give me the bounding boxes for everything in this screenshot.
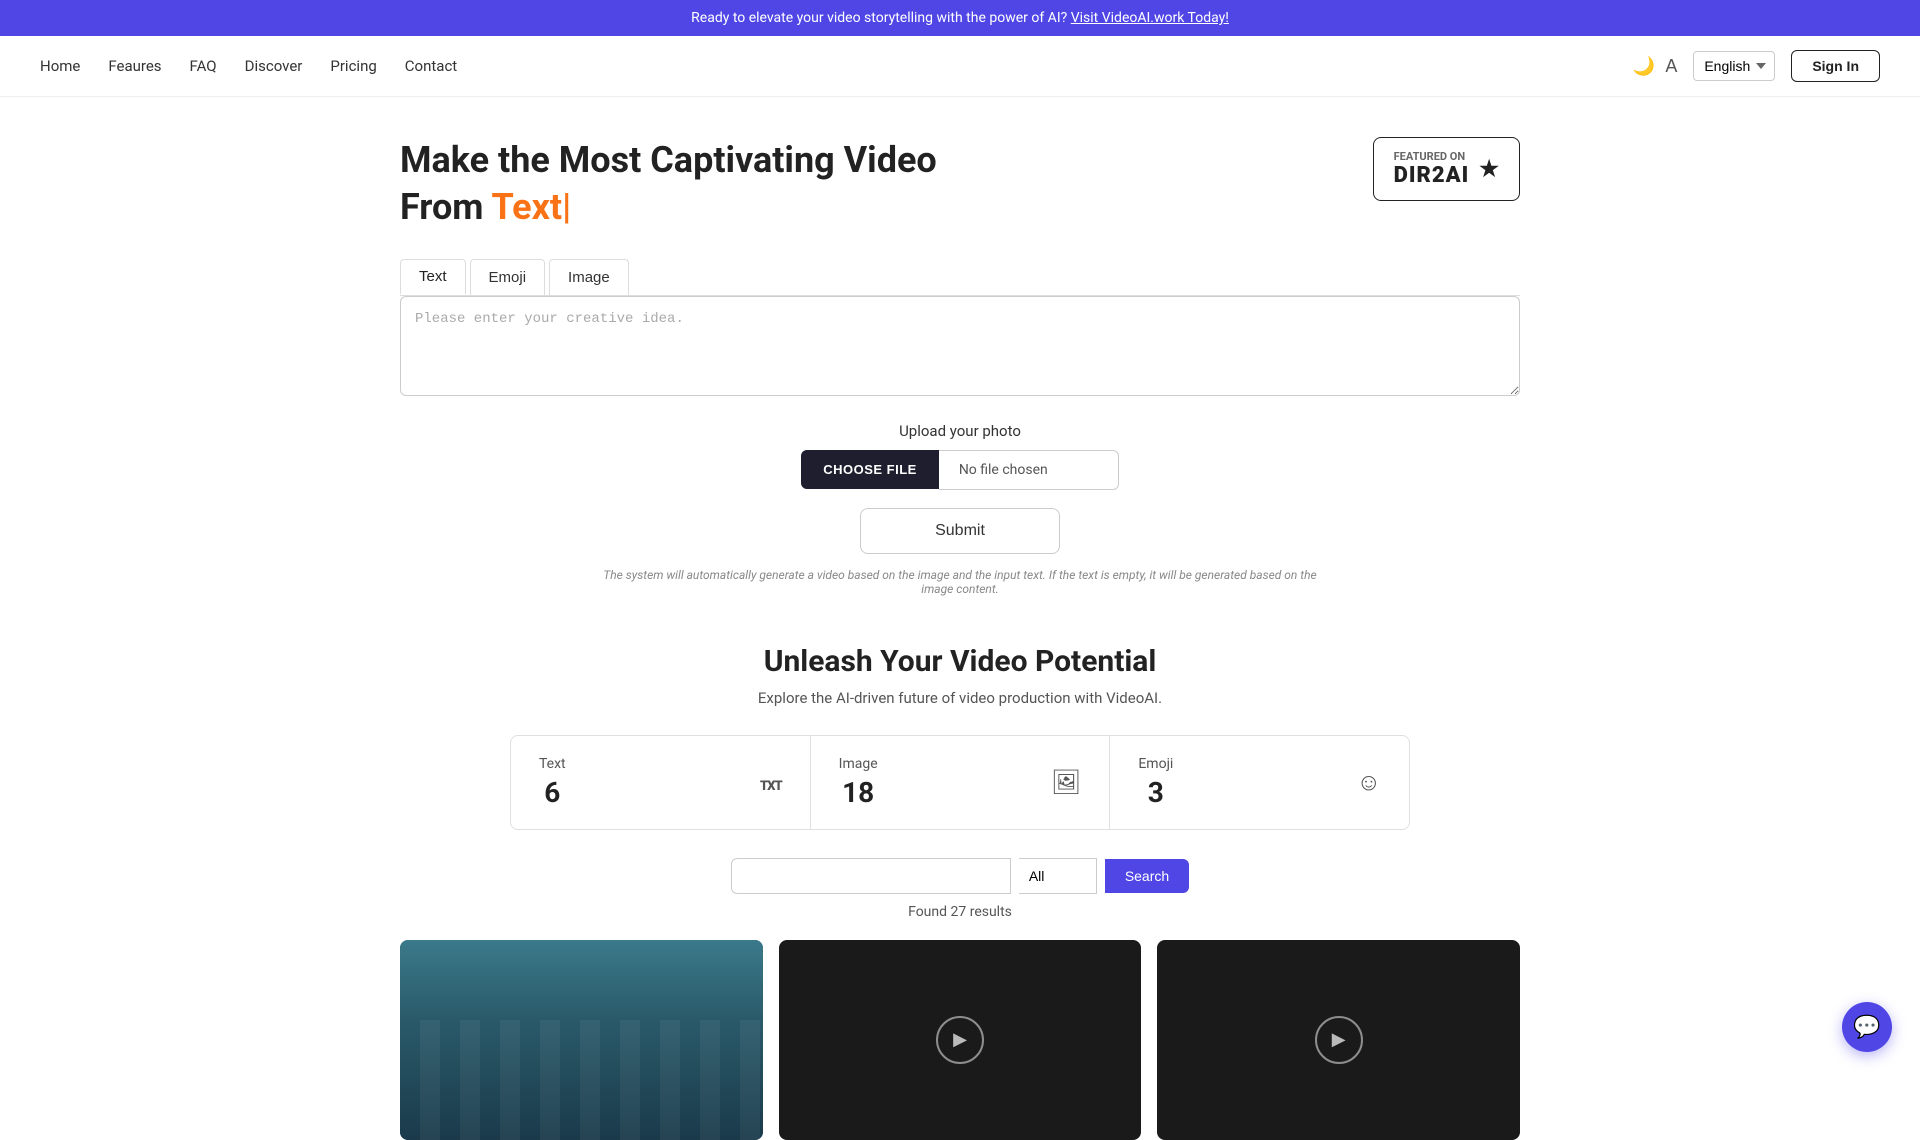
banner-text: Ready to elevate your video storytelling… <box>691 10 1067 26</box>
stat-card-image: Image 18 🖼 <box>811 735 1111 830</box>
nav-home[interactable]: Home <box>40 57 80 75</box>
video-thumb-3: ▶ <box>1157 940 1520 1140</box>
hero-title: Make the Most Captivating Video From Tex… <box>400 137 937 231</box>
tab-image[interactable]: Image <box>549 259 629 295</box>
badge-featured-label: FEATURED ON <box>1394 150 1470 163</box>
video-thumb-2: ▶ <box>779 940 1142 1140</box>
txt-icon: TXT <box>760 779 782 794</box>
video-thumb-1 <box>400 940 763 1140</box>
chat-button[interactable]: 💬 <box>1842 1002 1892 1052</box>
file-chosen-text: No file chosen <box>939 450 1119 490</box>
category-select[interactable]: All Text Image Emoji <box>1019 858 1097 894</box>
stat-image-icon: 🖼 <box>1051 768 1081 796</box>
nav-discover[interactable]: Discover <box>245 57 303 75</box>
navbar: Home Feaures FAQ Discover Pricing Contac… <box>0 36 1920 97</box>
stats-row: Text 6 TXT Image 18 🖼 Emoji 3 ☺ <box>510 735 1410 830</box>
nav-faq[interactable]: FAQ <box>190 57 217 75</box>
sign-in-button[interactable]: Sign In <box>1791 50 1880 82</box>
stat-image-info: Image 18 <box>839 756 878 809</box>
hero-title-colored: Text <box>491 186 562 228</box>
hero-title-block: Make the Most Captivating Video From Tex… <box>400 137 937 231</box>
nav-icons: 🌙 A <box>1633 56 1677 77</box>
stat-text-info: Text 6 <box>539 756 566 809</box>
nav-right: 🌙 A English Sign In <box>1633 50 1880 82</box>
nav-pricing[interactable]: Pricing <box>330 57 376 75</box>
tab-emoji[interactable]: Emoji <box>470 259 546 295</box>
top-banner: Ready to elevate your video storytelling… <box>0 0 1920 36</box>
auto-generate-note: The system will automatically generate a… <box>600 568 1320 596</box>
submit-button[interactable]: Submit <box>860 508 1060 554</box>
search-row: All Text Image Emoji Search <box>40 858 1880 894</box>
nav-features[interactable]: Feaures <box>108 57 161 75</box>
stat-text-label: Text <box>539 756 566 772</box>
badge-star-icon: ★ <box>1479 157 1499 182</box>
nav-contact[interactable]: Contact <box>405 57 457 75</box>
badge-name: DIR2AI <box>1394 163 1470 188</box>
unleash-section: Unleash Your Video Potential Explore the… <box>0 644 1920 920</box>
textarea-wrapper <box>400 296 1520 400</box>
file-input-row: CHOOSE FILE No file chosen <box>400 450 1520 490</box>
language-select[interactable]: English <box>1693 51 1775 81</box>
translate-icon[interactable]: A <box>1665 56 1677 77</box>
stat-card-text: Text 6 TXT <box>510 735 811 830</box>
search-input[interactable] <box>731 858 1011 894</box>
choose-file-button[interactable]: CHOOSE FILE <box>801 450 939 489</box>
dir2ai-badge: FEATURED ON DIR2AI ★ <box>1373 137 1520 201</box>
chat-icon: 💬 <box>1853 1014 1880 1040</box>
found-results: Found 27 results <box>40 904 1880 920</box>
tabs: Text Emoji Image <box>400 259 1520 296</box>
stat-emoji-label: Emoji <box>1138 756 1173 772</box>
video-card-3[interactable]: ▶ <box>1157 940 1520 1140</box>
stat-emoji-icon: ☺ <box>1357 768 1382 797</box>
play-circle-2: ▶ <box>1315 1016 1363 1064</box>
stat-text-icon: TXT <box>760 768 782 796</box>
stat-text-count: 6 <box>539 776 566 809</box>
hero-section: Make the Most Captivating Video From Tex… <box>360 137 1560 596</box>
stat-image-count: 18 <box>839 776 878 809</box>
dark-mode-toggle[interactable]: 🌙 <box>1633 56 1655 77</box>
upload-label: Upload your photo <box>400 422 1520 440</box>
nav-links: Home Feaures FAQ Discover Pricing Contac… <box>40 57 457 75</box>
banner-link[interactable]: Visit VideoAI.work Today! <box>1071 10 1229 26</box>
video-grid: ▶ ▶ <box>360 940 1560 1140</box>
stat-image-label: Image <box>839 756 878 772</box>
badge-text: FEATURED ON DIR2AI <box>1394 150 1470 188</box>
video-card-1[interactable] <box>400 940 763 1140</box>
unleash-title: Unleash Your Video Potential <box>40 644 1880 679</box>
hero-cursor: | <box>562 186 571 228</box>
hero-top: Make the Most Captivating Video From Tex… <box>400 137 1520 231</box>
play-circle-1: ▶ <box>936 1016 984 1064</box>
tabs-and-content: Text Emoji Image <box>400 259 1520 400</box>
ocean-waves <box>400 940 763 1140</box>
idea-textarea[interactable] <box>400 296 1520 396</box>
video-card-2[interactable]: ▶ <box>779 940 1142 1140</box>
unleash-subtitle: Explore the AI-driven future of video pr… <box>40 689 1880 707</box>
upload-section: Upload your photo CHOOSE FILE No file ch… <box>400 422 1520 490</box>
tab-text[interactable]: Text <box>400 259 466 295</box>
search-button[interactable]: Search <box>1105 859 1189 893</box>
stat-emoji-count: 3 <box>1138 776 1173 809</box>
stat-emoji-info: Emoji 3 <box>1138 756 1173 809</box>
tab-content <box>400 296 1520 400</box>
stat-card-emoji: Emoji 3 ☺ <box>1110 735 1410 830</box>
